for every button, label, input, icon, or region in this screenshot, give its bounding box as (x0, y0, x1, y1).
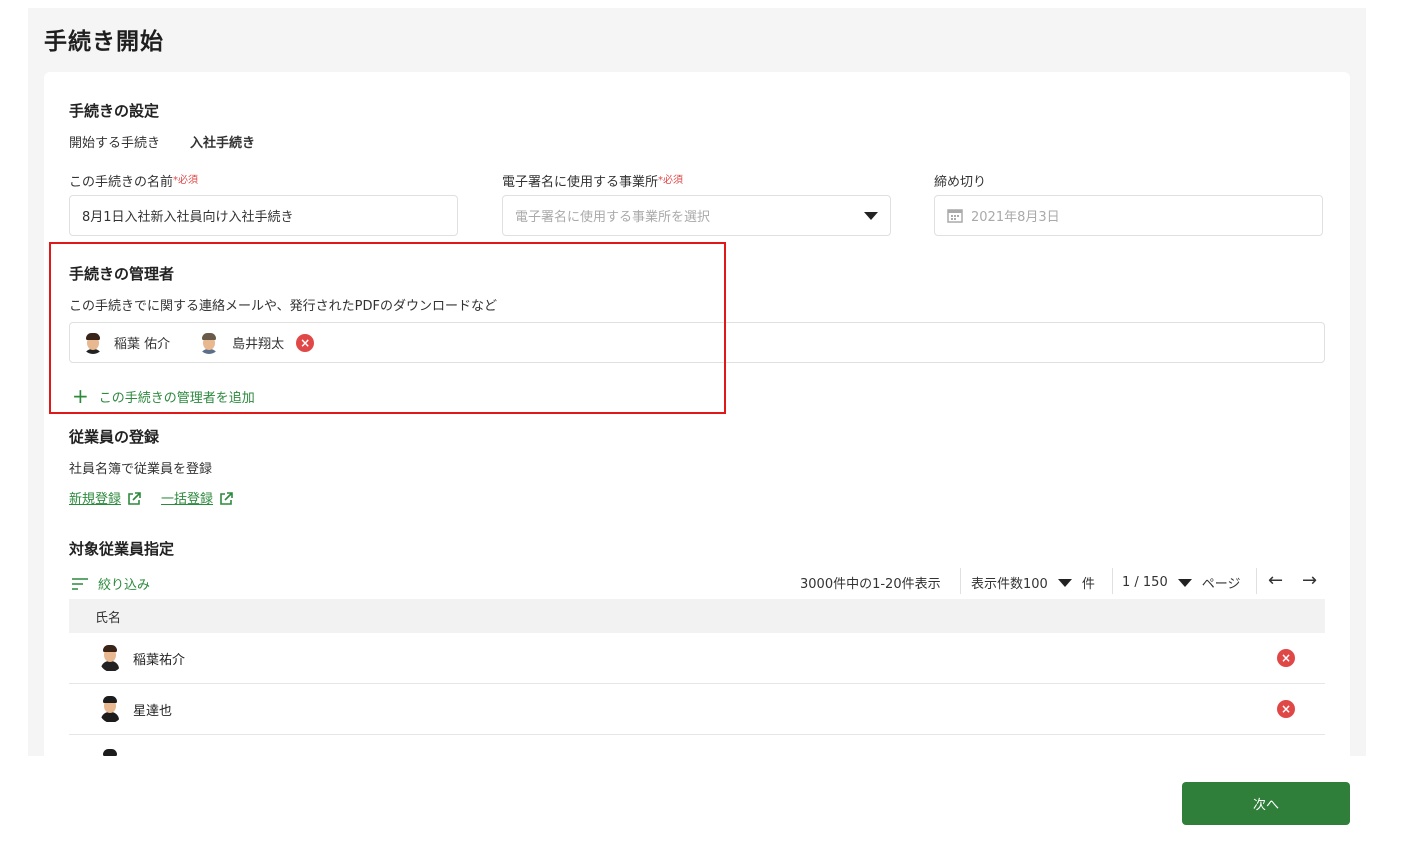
page-select[interactable]: 1 / 150 ページ (1122, 573, 1240, 592)
office-placeholder: 電子署名に使用する事業所を選択 (515, 210, 711, 225)
bulk-registration-link[interactable]: 一括登録 (161, 488, 213, 507)
settings-heading: 手続きの設定 (69, 102, 160, 120)
divider (1256, 568, 1257, 594)
chevron-down-icon (864, 211, 878, 220)
table-row-partial (69, 736, 1325, 756)
avatar (99, 644, 123, 672)
divider (960, 568, 961, 594)
per-page-value: 表示件数100 (971, 577, 1048, 592)
filter-label: 絞り込み (98, 578, 151, 593)
procedure-name-label: この手続きの名前*必須 (69, 171, 198, 190)
employee-registration-heading: 従業員の登録 (69, 428, 160, 446)
office-label-text: 電子署名に使用する事業所 (502, 175, 659, 190)
per-page-unit: 件 (1081, 577, 1095, 592)
employee-name: 星達也 (133, 703, 173, 719)
prev-page-icon[interactable]: ← (1268, 570, 1283, 591)
chevron-down-icon (1057, 578, 1072, 587)
required-mark: *必須 (658, 175, 684, 186)
page-value: 1 / 150 (1122, 575, 1168, 590)
employee-name: 稲葉祐介 (133, 652, 186, 668)
required-mark: *必須 (173, 175, 199, 186)
external-link-icon (127, 491, 141, 505)
table-header: 氏名 (69, 599, 1325, 633)
procedure-name-label-text: この手続きの名前 (69, 175, 174, 190)
remove-icon[interactable]: × (1277, 649, 1295, 667)
employee-registration-description: 社員名簿で従業員を登録 (69, 462, 213, 477)
divider (1112, 568, 1113, 594)
next-button[interactable]: 次へ (1182, 782, 1350, 825)
deadline-value: 2021年8月3日 (971, 210, 1060, 225)
deadline-label: 締め切り (934, 175, 987, 190)
form-card: 手続きの設定 開始する手続き 入社手続き この手続きの名前*必須 8月1日入社新… (44, 72, 1350, 756)
avatar (99, 748, 123, 756)
office-select[interactable]: 電子署名に使用する事業所を選択 (502, 195, 891, 236)
registration-links: 新規登録 一括登録 (69, 488, 233, 507)
start-procedure-label: 開始する手続き (69, 136, 161, 151)
external-link-icon (219, 491, 233, 505)
table-row[interactable]: 稲葉祐介 × (69, 633, 1325, 684)
remove-icon[interactable]: × (1277, 700, 1295, 718)
target-heading: 対象従業員指定 (69, 540, 175, 558)
filter-button[interactable]: 絞り込み (72, 574, 150, 593)
column-name-header: 氏名 (95, 610, 122, 626)
office-label: 電子署名に使用する事業所*必須 (502, 171, 683, 190)
deadline-input[interactable]: 2021年8月3日 (934, 195, 1323, 236)
avatar (99, 695, 123, 723)
start-procedure-value: 入社手続き (190, 136, 256, 151)
filter-icon (72, 577, 88, 590)
new-registration-link[interactable]: 新規登録 (69, 488, 121, 507)
page-title: 手続き開始 (44, 29, 164, 55)
table-row[interactable]: 星達也 × (69, 684, 1325, 735)
page-unit: ページ (1201, 577, 1241, 592)
highlight-box (49, 242, 726, 414)
chevron-down-icon (1177, 578, 1192, 587)
per-page-select[interactable]: 表示件数100 件 (971, 573, 1095, 592)
calendar-icon (947, 208, 963, 223)
procedure-name-input[interactable]: 8月1日入社新入社員向け入社手続き (69, 195, 458, 236)
result-count: 3000件中の1-20件表示 (800, 577, 941, 592)
next-page-icon[interactable]: → (1302, 570, 1317, 591)
